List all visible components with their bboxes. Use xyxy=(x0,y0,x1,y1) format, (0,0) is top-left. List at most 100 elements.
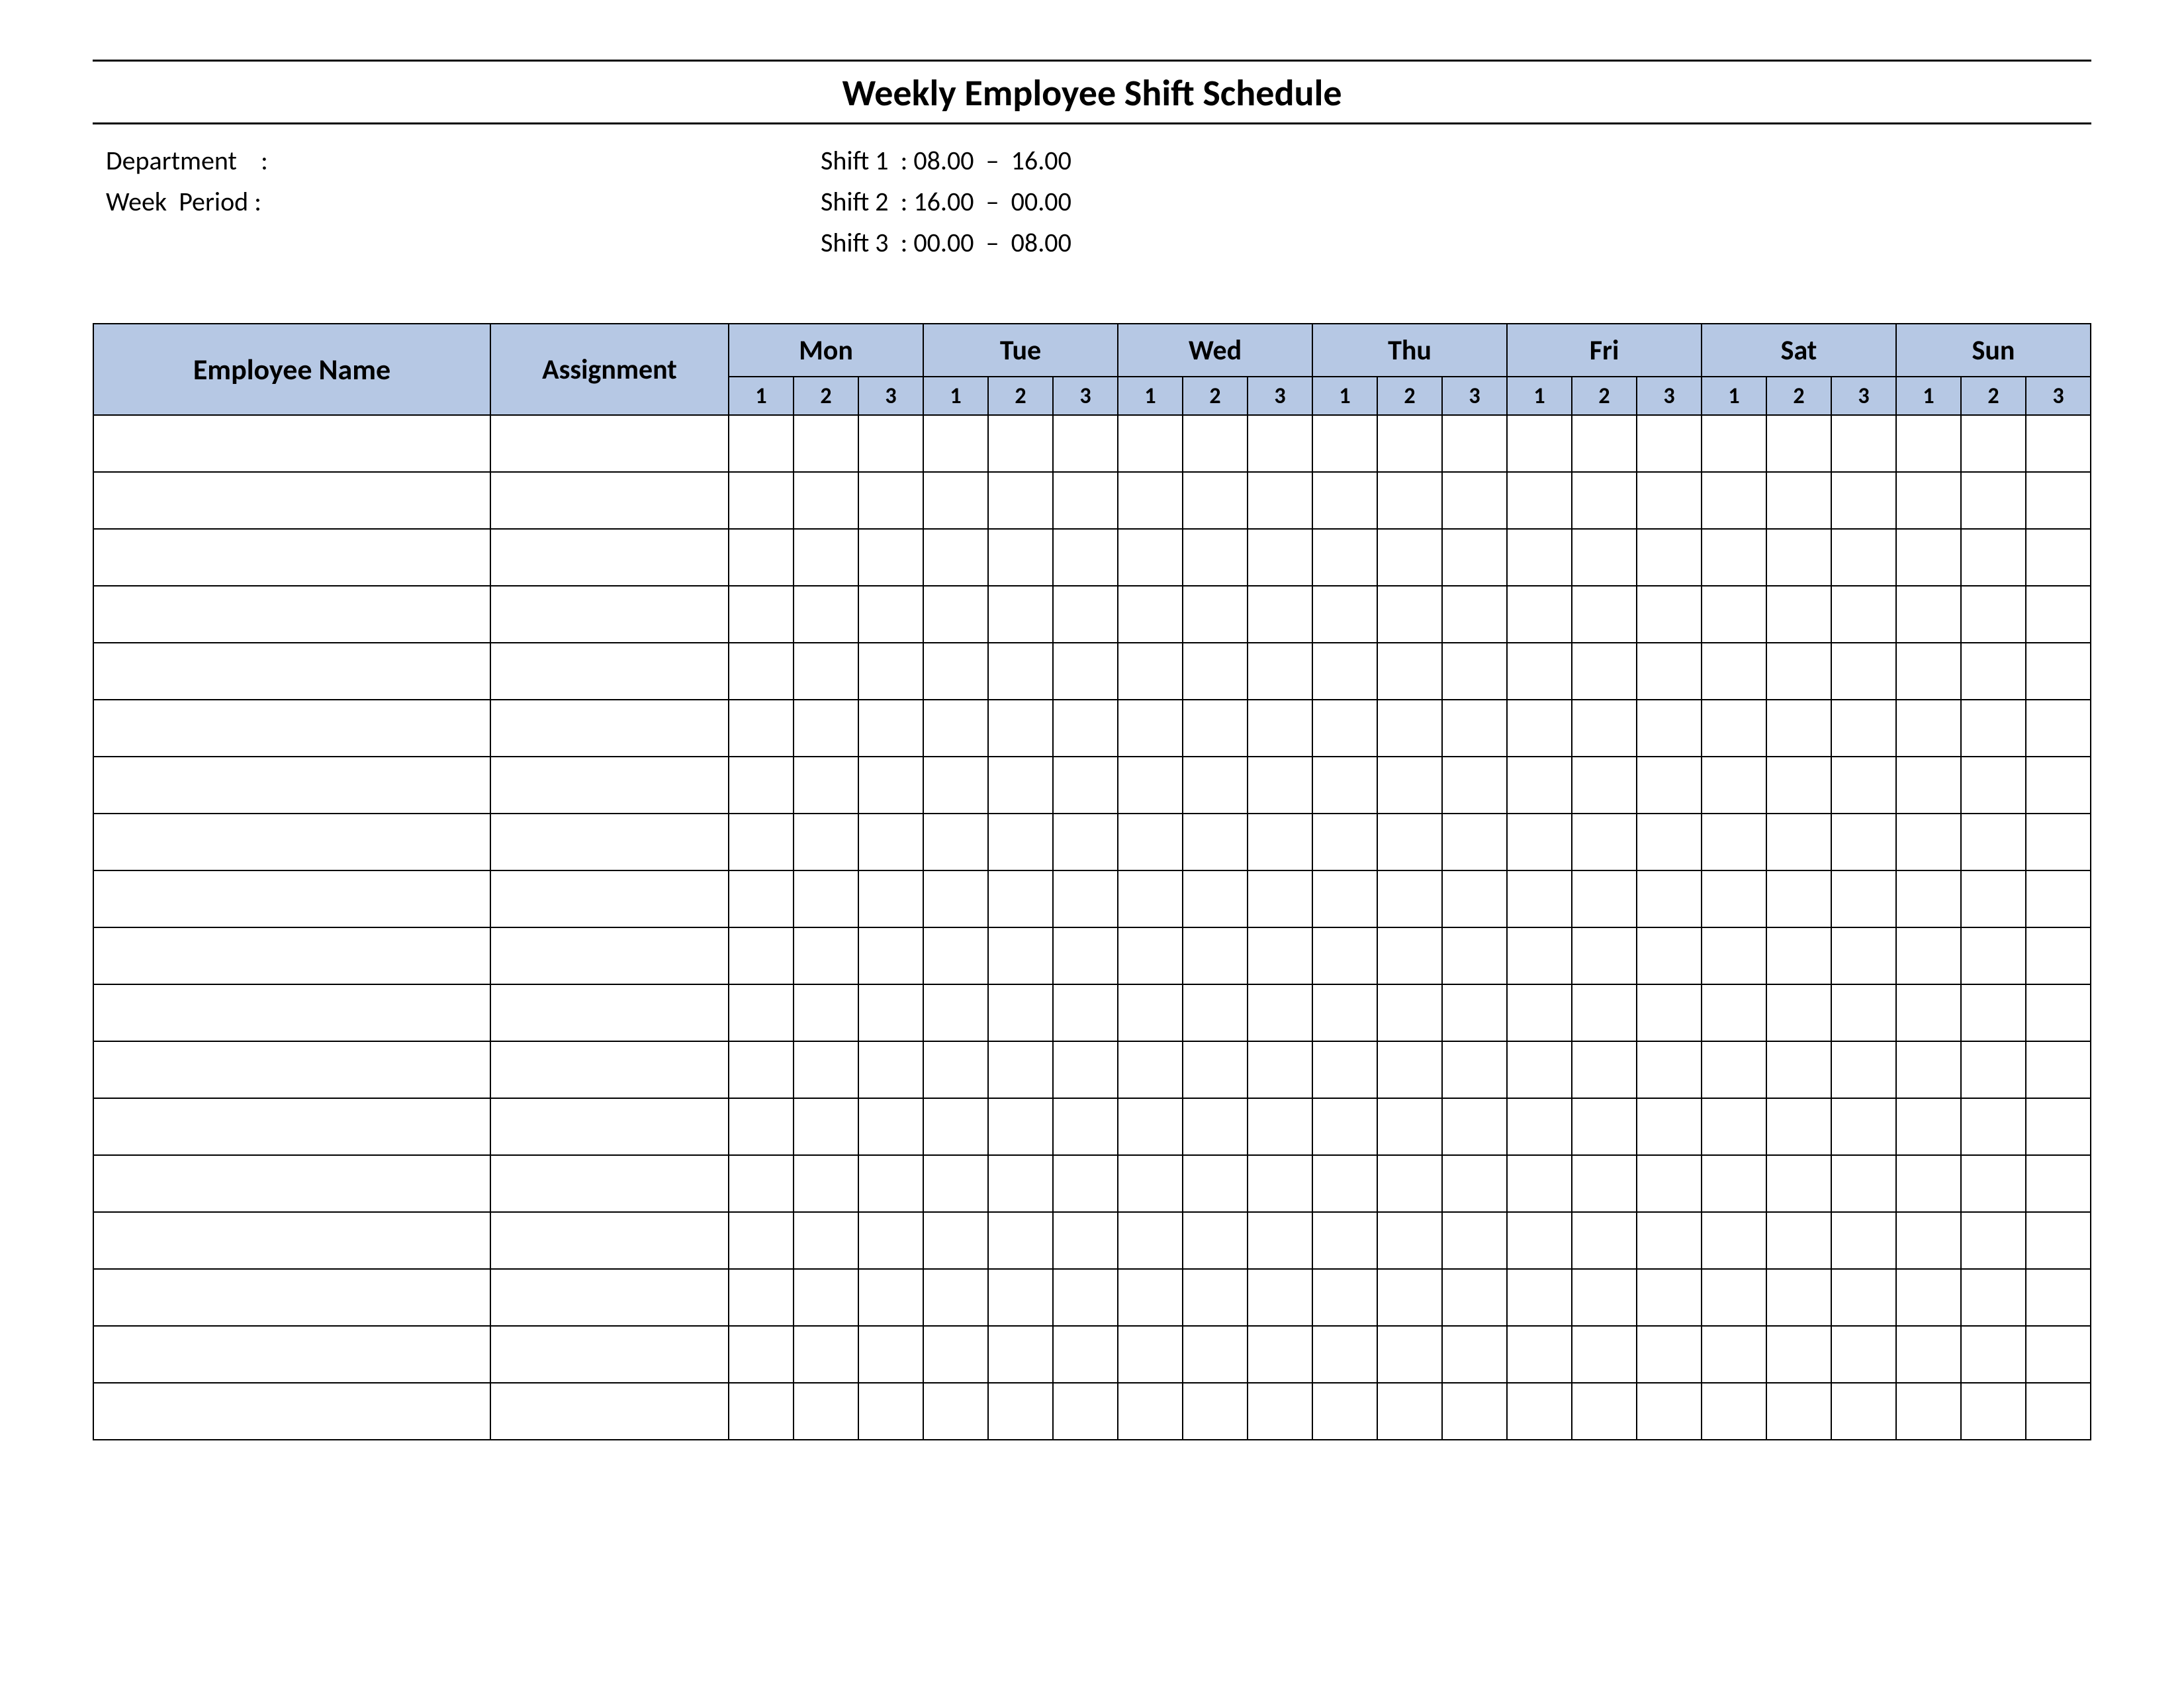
shift-header: 1 xyxy=(1312,377,1377,415)
shift-cell xyxy=(1766,1326,1831,1383)
shift-cell xyxy=(1702,415,1766,472)
shift-cell xyxy=(2026,700,2091,757)
shift-cell xyxy=(1312,643,1377,700)
shift-cell xyxy=(988,1269,1053,1326)
shift-cell xyxy=(1961,700,2026,757)
day-header-sat: Sat xyxy=(1702,324,1896,377)
shift-cell xyxy=(794,1383,858,1440)
shift-cell xyxy=(1183,643,1248,700)
employee-name-cell xyxy=(93,1098,490,1155)
shift-cell xyxy=(858,1212,923,1269)
shift-cell xyxy=(923,1098,988,1155)
shift-cell xyxy=(1507,1326,1572,1383)
shift-cell xyxy=(1831,984,1896,1041)
shift-cell xyxy=(1637,757,1702,814)
shift-cell xyxy=(1377,700,1442,757)
shift-cell xyxy=(1053,1155,1118,1212)
shift-cell xyxy=(1702,984,1766,1041)
shift-cell xyxy=(858,757,923,814)
shift-cell xyxy=(858,1383,923,1440)
shift-cell xyxy=(1507,757,1572,814)
shift-cell xyxy=(1442,1326,1507,1383)
shift-header: 2 xyxy=(1183,377,1248,415)
shift-cell xyxy=(1248,700,1312,757)
shift-header: 1 xyxy=(923,377,988,415)
shift-cell xyxy=(1507,1098,1572,1155)
shift-cell xyxy=(1248,415,1312,472)
shift-cell xyxy=(1248,927,1312,984)
assignment-cell xyxy=(490,1212,729,1269)
shift-header: 3 xyxy=(1053,377,1118,415)
shift-cell xyxy=(1377,643,1442,700)
shift-cell xyxy=(729,1098,794,1155)
shift-cell xyxy=(1961,1155,2026,1212)
shift-cell xyxy=(1766,1041,1831,1098)
shift-cell xyxy=(729,1212,794,1269)
shift-cell xyxy=(1702,757,1766,814)
shift-cell xyxy=(1896,415,1961,472)
shift-cell xyxy=(858,1155,923,1212)
shift-cell xyxy=(1961,1098,2026,1155)
shift-cell xyxy=(1637,1212,1702,1269)
week-period-row: Week Period : xyxy=(106,181,741,222)
shift-cell xyxy=(1507,927,1572,984)
schedule-table: Employee Name Assignment MonTueWedThuFri… xyxy=(93,323,2091,1440)
assignment-cell xyxy=(490,927,729,984)
employee-name-cell xyxy=(93,870,490,927)
shift-cell xyxy=(1637,643,1702,700)
shift-cell xyxy=(988,1155,1053,1212)
shift-cell xyxy=(1572,1212,1637,1269)
shift-cell xyxy=(1053,586,1118,643)
shift-cell xyxy=(1312,1383,1377,1440)
shift-cell xyxy=(1442,1098,1507,1155)
shift-cell xyxy=(1572,586,1637,643)
shift-cell xyxy=(1507,984,1572,1041)
shift-cell xyxy=(1831,700,1896,757)
shift-cell xyxy=(1702,814,1766,870)
shift-cell xyxy=(1183,529,1248,586)
shift-cell xyxy=(2026,1269,2091,1326)
shift-3-label: Shift 3 : xyxy=(821,226,907,259)
shift-cell xyxy=(1312,1326,1377,1383)
assignment-cell xyxy=(490,1269,729,1326)
shift-cell xyxy=(1896,1269,1961,1326)
assignment-cell xyxy=(490,700,729,757)
shift-cell xyxy=(1248,1098,1312,1155)
shift-cell xyxy=(1183,1383,1248,1440)
shift-cell xyxy=(1637,870,1702,927)
shift-cell xyxy=(1312,1041,1377,1098)
shift-cell xyxy=(1183,984,1248,1041)
table-row xyxy=(93,1212,2091,1269)
shift-cell xyxy=(729,586,794,643)
shift-cell xyxy=(1637,984,1702,1041)
shift-cell xyxy=(1183,814,1248,870)
shift-cell xyxy=(1183,1326,1248,1383)
assignment-cell xyxy=(490,1383,729,1440)
shift-cell xyxy=(1766,415,1831,472)
assignment-cell xyxy=(490,643,729,700)
week-period-label: Week Period : xyxy=(106,185,261,218)
shift-cell xyxy=(923,757,988,814)
shift-cell xyxy=(858,870,923,927)
shift-cell xyxy=(1183,757,1248,814)
shift-cell xyxy=(2026,1155,2091,1212)
shift-cell xyxy=(1896,927,1961,984)
shift-cell xyxy=(1637,1383,1702,1440)
table-row xyxy=(93,529,2091,586)
shift-cell xyxy=(1377,1041,1442,1098)
shift-cell xyxy=(1961,1212,2026,1269)
shift-cell xyxy=(1507,1383,1572,1440)
shift-cell xyxy=(1896,1041,1961,1098)
shift-cell xyxy=(794,984,858,1041)
shift-cell xyxy=(2026,586,2091,643)
shift-cell xyxy=(1377,1212,1442,1269)
shift-cell xyxy=(858,1269,923,1326)
shift-cell xyxy=(1377,586,1442,643)
shift-cell xyxy=(1377,1383,1442,1440)
shift-cell xyxy=(1831,529,1896,586)
shift-cell xyxy=(858,1326,923,1383)
shift-2-row: Shift 2 : 16.00 – 00.00 xyxy=(821,181,2091,222)
shift-cell xyxy=(1896,1383,1961,1440)
shift-cell xyxy=(1312,472,1377,529)
shift-cell xyxy=(1572,643,1637,700)
